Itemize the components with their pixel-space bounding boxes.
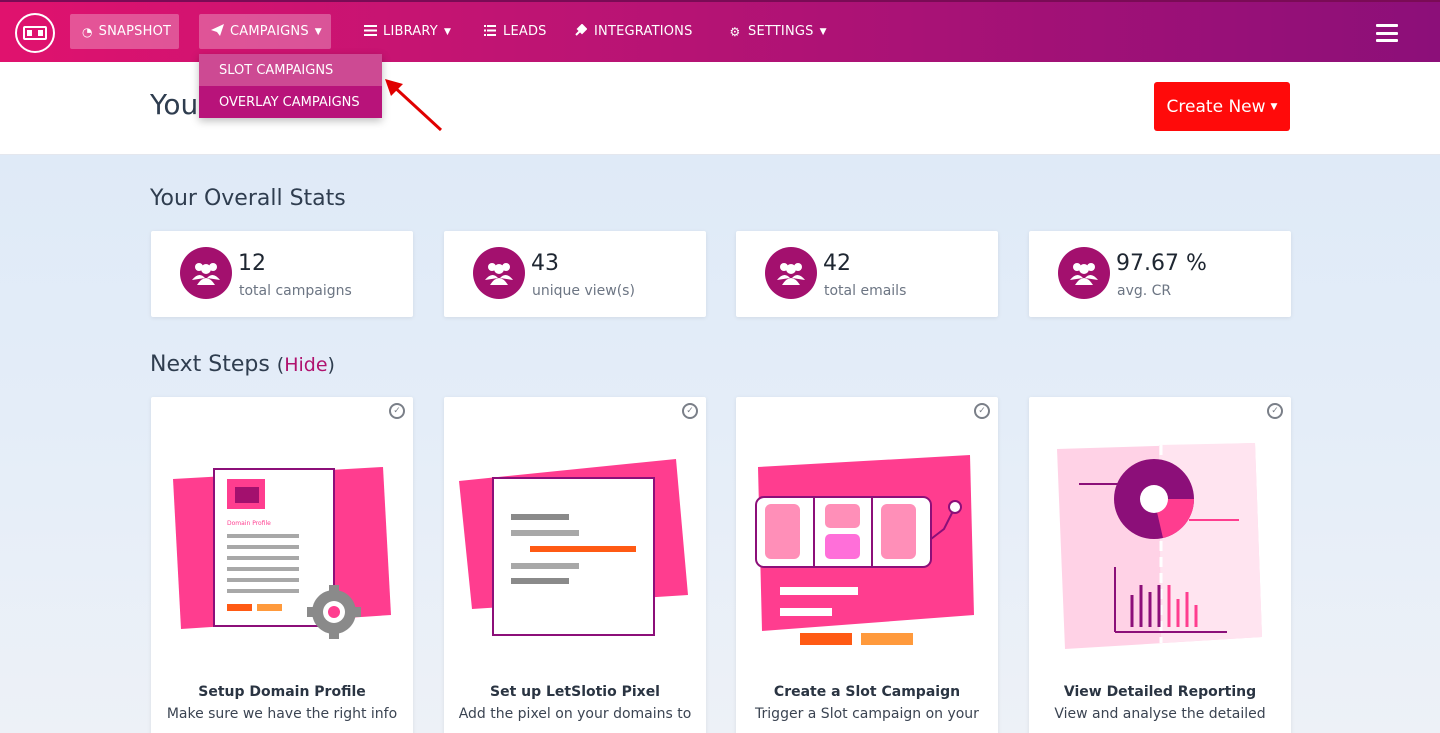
slot-campaign-illustration [755,455,974,645]
stat-card-campaigns: 12 total campaigns [151,231,413,317]
nav-campaigns[interactable]: CAMPAIGNS ▼ [199,14,331,49]
users-group-icon [1058,247,1110,299]
step-title: Set up LetSlotio Pixel [490,684,660,700]
chevron-down-icon: ▼ [1270,101,1278,112]
stat-card-cr: 97.67 % avg. CR [1029,231,1291,317]
gears-icon: ⚙ [729,24,741,39]
step-desc: Trigger a Slot campaign on your [755,706,979,722]
stat-value: 43 [531,251,559,276]
illu-domain-profile-text: Domain Profile [227,520,271,527]
dashboard-gauge-icon: ◔ [82,24,93,39]
check-circle-icon[interactable]: ✓ [1267,403,1283,419]
app-logo[interactable] [15,13,55,53]
step-desc: View and analyse the detailed [1054,706,1266,722]
domain-profile-illustration: Domain Profile [173,467,391,639]
nav-leads-label: LEADS [503,24,547,39]
logo-mark-icon [23,26,47,40]
nav-library[interactable]: LIBRARY ▼ [351,14,463,49]
step-card-domain-profile[interactable]: ✓ Domain Profile Setup Domain Profile Ma… [151,397,413,733]
step-title: Create a Slot Campaign [773,684,961,700]
step-title: View Detailed Reporting [1063,684,1257,700]
stat-label: total campaigns [239,283,352,299]
annotation-arrow-icon [385,79,443,132]
step-title: Setup Domain Profile [198,684,366,700]
page-title: You [150,88,199,121]
stat-value: 42 [823,251,851,276]
paper-plane-icon [211,24,224,39]
next-steps-title: Next Steps (Hide) [150,352,335,377]
library-list-icon [363,24,377,39]
step-card-reporting[interactable]: ✓ View Detailed Reporting View and analy… [1029,397,1291,733]
chevron-down-icon: ▼ [819,26,827,37]
step-card-pixel[interactable]: ✓ Set up LetSlotio Pixel Add the pixel o… [444,397,706,733]
hide-paren-close: ) [327,354,335,376]
next-steps-label: Next Steps [150,352,270,377]
hamburger-menu-icon[interactable] [1376,24,1398,42]
chevron-down-icon: ▼ [443,26,452,37]
check-circle-icon[interactable]: ✓ [389,403,405,419]
plug-icon [574,23,588,39]
check-circle-icon[interactable]: ✓ [682,403,698,419]
stat-value: 97.67 % [1116,251,1207,276]
nav-settings-label: SETTINGS [748,24,814,39]
create-new-label: Create New [1166,96,1266,117]
nav-snapshot[interactable]: ◔ SNAPSHOT [70,14,179,49]
stat-card-emails: 42 total emails [736,231,998,317]
step-desc: Make sure we have the right info [166,706,398,722]
list-icon [483,24,497,39]
overall-stats-title: Your Overall Stats [150,186,346,211]
users-group-icon [180,247,232,299]
stat-label: unique view(s) [532,283,635,299]
stat-card-views: 43 unique view(s) [444,231,706,317]
step-card-slot-campaign[interactable]: ✓ Create a Slot Campaign Trigger a Slot … [736,397,998,733]
nav-settings[interactable]: ⚙ SETTINGS ▼ [716,14,839,49]
pixel-illustration [459,459,688,636]
create-new-button[interactable]: Create New ▼ [1154,82,1290,131]
reporting-illustration [1057,443,1262,649]
dropdown-item-slot-campaigns[interactable]: SLOT CAMPAIGNS [199,54,382,86]
step-desc: Add the pixel on your domains to [458,706,692,722]
top-navbar: ◔ SNAPSHOT CAMPAIGNS ▼ LIBRARY ▼ LEADS I… [0,0,1440,62]
nav-snapshot-label: SNAPSHOT [98,24,172,39]
users-group-icon [473,247,525,299]
stat-label: avg. CR [1117,283,1172,299]
stat-value: 12 [238,251,266,276]
hide-link[interactable]: Hide [284,354,327,376]
nav-integrations-label: INTEGRATIONS [594,24,693,39]
stat-label: total emails [824,283,907,299]
chevron-down-icon: ▼ [314,26,322,37]
users-group-icon [765,247,817,299]
nav-integrations[interactable]: INTEGRATIONS [562,14,705,49]
nav-leads[interactable]: LEADS [471,14,559,49]
campaigns-dropdown: SLOT CAMPAIGNS OVERLAY CAMPAIGNS [199,54,382,118]
nav-campaigns-label: CAMPAIGNS [230,24,309,39]
dropdown-item-overlay-campaigns[interactable]: OVERLAY CAMPAIGNS [199,86,382,118]
nav-library-label: LIBRARY [383,24,438,39]
check-circle-icon[interactable]: ✓ [974,403,990,419]
